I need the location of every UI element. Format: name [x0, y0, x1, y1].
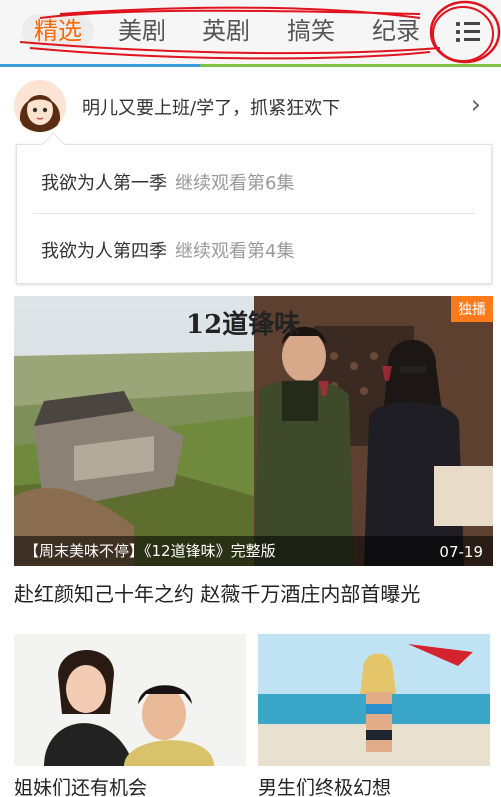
tab-us-drama[interactable]: 美剧	[118, 14, 166, 48]
tab-documentary[interactable]: 纪录	[372, 14, 420, 48]
watch-history-row[interactable]: 明儿又要上班/学了，抓紧狂欢下 ›	[0, 72, 501, 142]
continue-item[interactable]: 我欲为人第四季 继续观看第4集	[41, 237, 294, 263]
tab-featured[interactable]: 精选	[22, 14, 94, 48]
divider	[33, 213, 475, 214]
continue-progress: 继续观看第6集	[175, 173, 295, 194]
video-card-title[interactable]: 男生们终极幻想	[258, 776, 490, 797]
tab-comedy[interactable]: 搞笑	[287, 14, 335, 48]
top-tab-bar: 精选 美剧 英剧 搞笑 纪录	[0, 0, 501, 67]
continue-show-title: 我欲为人第一季	[41, 173, 167, 194]
exclusive-badge: 独播	[451, 296, 493, 322]
tab-uk-drama[interactable]: 英剧	[202, 14, 250, 48]
chevron-right-icon[interactable]: ›	[471, 90, 481, 120]
card-thumbnail	[14, 634, 246, 766]
featured-thumbnail[interactable]: 12道锋味 独播 【周末美味不停】《12道锋味》完整版 07-19	[14, 296, 493, 566]
continue-item[interactable]: 我欲为人第一季 继续观看第6集	[41, 169, 294, 195]
video-card[interactable]	[258, 634, 490, 766]
list-menu-icon[interactable]	[440, 10, 494, 54]
continue-progress: 继续观看第4集	[175, 241, 295, 262]
video-card[interactable]	[14, 634, 246, 766]
tab-bar-divider	[0, 64, 501, 67]
featured-title[interactable]: 赴红颜知己十年之约 赵薇千万酒庄内部首曝光	[14, 578, 420, 607]
card-thumbnail	[258, 634, 490, 766]
history-title: 明儿又要上班/学了，抓紧狂欢下	[82, 98, 341, 119]
featured-caption: 【周末美味不停】《12道锋味》完整版	[24, 542, 276, 560]
continue-show-title: 我欲为人第四季	[41, 241, 167, 262]
video-card-title[interactable]: 姐妹们还有机会	[14, 776, 246, 797]
featured-date: 07-19	[439, 543, 483, 561]
avatar	[14, 80, 66, 132]
continue-watching-popup: 我欲为人第一季 继续观看第6集 我欲为人第四季 继续观看第4集	[16, 132, 492, 284]
show-logo: 12道锋味	[186, 310, 301, 340]
